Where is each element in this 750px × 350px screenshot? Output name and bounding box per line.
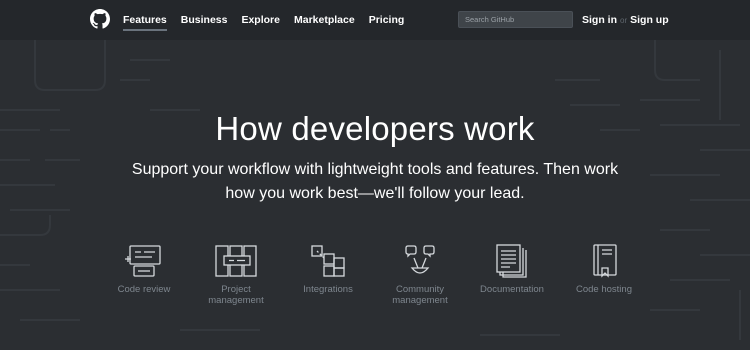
feature-label-line-2: management (392, 295, 448, 306)
feature-label: Code review (117, 284, 171, 295)
feature-list: Code review Project management Integrati… (0, 244, 750, 324)
feature-label-line-1: Project (221, 284, 251, 295)
nav-pricing[interactable]: Pricing (369, 0, 405, 40)
main-nav: Features Business Explore Marketplace Pr… (123, 0, 418, 40)
community-management-icon (405, 245, 435, 274)
feature-label: Integrations (303, 284, 353, 295)
feature-documentation[interactable]: Documentation (464, 244, 560, 295)
feature-integrations[interactable]: Integrations (280, 244, 376, 295)
hero-subtitle: Support your workflow with lightweight t… (125, 158, 625, 206)
nav-business[interactable]: Business (181, 0, 228, 40)
hero-subtitle-line-2: how you work best—we'll follow your lead… (225, 185, 525, 202)
nav-features[interactable]: Features (123, 0, 167, 40)
search-input[interactable]: Search GitHub (458, 11, 573, 28)
github-octocat-icon[interactable] (90, 9, 110, 29)
auth-links: Sign in or Sign up (582, 0, 669, 40)
feature-community-management[interactable]: Community management (372, 244, 468, 306)
integrations-icon (311, 245, 345, 277)
code-hosting-icon (593, 244, 617, 278)
documentation-icon (496, 244, 527, 278)
sign-in-link[interactable]: Sign in (582, 14, 617, 26)
feature-code-hosting[interactable]: Code hosting (556, 244, 652, 295)
feature-label-line-1: Community (395, 284, 445, 295)
nav-explore[interactable]: Explore (241, 0, 280, 40)
or-separator: or (620, 16, 628, 25)
hero-subtitle-line-1: Support your workflow with lightweight t… (131, 161, 619, 178)
feature-code-review[interactable]: Code review (96, 244, 192, 295)
feature-project-management[interactable]: Project management (188, 244, 284, 306)
nav-marketplace[interactable]: Marketplace (294, 0, 355, 40)
hero-title: How developers work (215, 110, 535, 147)
feature-label: Code hosting (576, 284, 632, 295)
top-navbar: Features Business Explore Marketplace Pr… (0, 0, 750, 40)
project-management-icon (215, 245, 257, 277)
feature-label: Documentation (480, 284, 544, 295)
code-review-icon (125, 245, 161, 277)
sign-up-link[interactable]: Sign up (630, 14, 669, 26)
feature-label-line-2: management (208, 295, 264, 306)
